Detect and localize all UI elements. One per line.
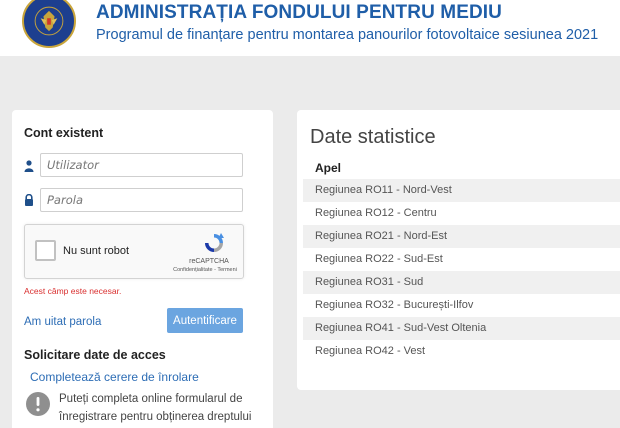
recaptcha-checkbox[interactable] [35, 240, 56, 261]
recaptcha-privacy-terms-link[interactable]: Confidențialitate - Termeni [165, 267, 245, 273]
enrollment-request-link[interactable]: Completează cerere de înrolare [30, 370, 199, 384]
exclamation-circle-icon [26, 392, 50, 416]
enrollment-info-text: Puteți completa online formularul de înr… [59, 393, 252, 423]
login-button[interactable]: Autentificare [167, 308, 243, 333]
table-row: Regiunea RO11 - Nord-Vest [303, 179, 620, 202]
statistics-card: Date statistice Apel Regiunea RO11 - Nor… [297, 110, 620, 390]
user-icon [24, 160, 34, 172]
recaptcha-logo-icon [201, 231, 227, 255]
username-input[interactable] [40, 153, 243, 177]
organization-title: ADMINISTRAȚIA FONDULUI PENTRU MEDIU [96, 2, 502, 23]
table-row: Regiunea RO21 - Nord-Est [303, 225, 620, 248]
captcha-error-message: Acest câmp este necesar. [24, 286, 122, 296]
login-card: Cont existent Nu sunt robot reCAPTCHA Co… [12, 110, 273, 428]
table-row: Regiunea RO22 - Sud-Est [315, 253, 443, 265]
table-row: Regiunea RO12 - Centru [315, 207, 437, 219]
recaptcha-brand: reCAPTCHA [189, 258, 229, 265]
table-row: Regiunea RO41 - Sud-Vest Oltenia [303, 317, 620, 340]
access-request-heading: Solicitare date de acces [24, 348, 166, 362]
table-row: Regiunea RO31 - Sud [303, 271, 620, 294]
program-subtitle: Programul de finanțare pentru montarea p… [96, 27, 599, 43]
password-input[interactable] [40, 188, 243, 212]
forgot-password-link[interactable]: Am uitat parola [24, 316, 101, 328]
statistics-title: Date statistice [310, 126, 436, 148]
recaptcha-widget: Nu sunt robot reCAPTCHA Confidențialitat… [24, 224, 244, 279]
recaptcha-label: Nu sunt robot [63, 245, 130, 257]
site-header: ADMINISTRAȚIA FONDULUI PENTRU MEDIU Prog… [0, 0, 620, 56]
lock-icon [24, 194, 34, 206]
table-row: Regiunea RO32 - București-Ilfov [315, 299, 474, 311]
table-column-header: Apel [315, 161, 342, 175]
table-row: Regiunea RO42 - Vest [315, 345, 426, 357]
login-heading: Cont existent [24, 126, 104, 140]
romanian-government-seal-icon [22, 0, 76, 48]
